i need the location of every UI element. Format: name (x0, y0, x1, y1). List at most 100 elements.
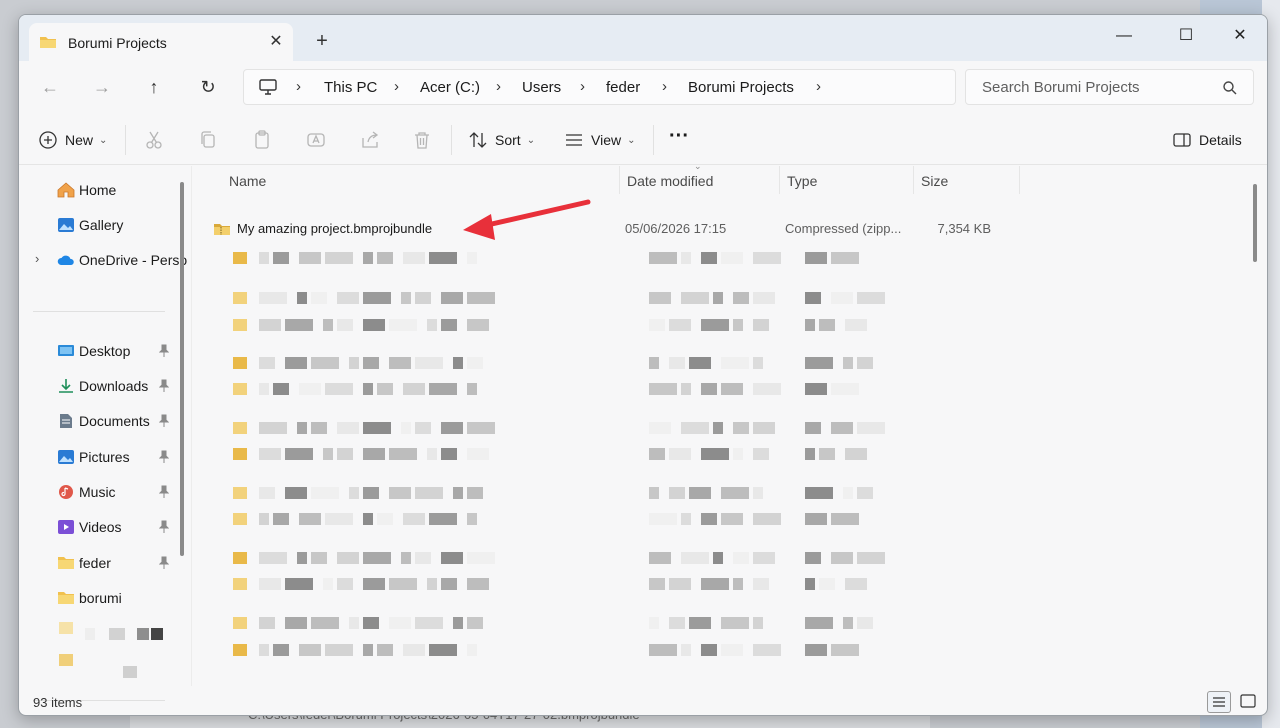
close-window-button[interactable]: ✕ (1217, 21, 1263, 51)
blurred-text (441, 422, 463, 434)
blurred-text (137, 628, 149, 640)
column-divider[interactable] (779, 166, 780, 194)
delete-icon[interactable] (411, 129, 433, 151)
sidebar-item-home[interactable]: Home (19, 175, 179, 205)
more-options-button[interactable]: ··· (669, 125, 689, 147)
sidebar-item-pictures[interactable]: Pictures (19, 442, 179, 472)
blurred-text (681, 552, 709, 564)
pin-icon[interactable] (159, 414, 169, 428)
chevron-right-icon[interactable]: › (35, 251, 39, 266)
pin-icon[interactable] (159, 520, 169, 534)
column-header-name[interactable]: Name (229, 173, 266, 189)
blurred-text (649, 252, 677, 264)
tiles-view-button[interactable] (1237, 691, 1261, 713)
blurred-text (441, 319, 457, 331)
sidebar-item-borumi[interactable]: borumi (19, 583, 179, 613)
blurred-text (831, 252, 859, 264)
pin-icon[interactable] (159, 344, 169, 358)
blurred-text (649, 513, 677, 525)
details-button[interactable]: Details (1171, 129, 1242, 151)
breadcrumb-acer-c[interactable]: Acer (C:) (420, 79, 480, 96)
blurred-text (325, 383, 353, 395)
blurred-text (377, 644, 393, 656)
blurred-text (681, 383, 691, 395)
sort-button[interactable]: Sort ⌄ (467, 129, 535, 151)
blurred-text (831, 513, 859, 525)
rename-icon[interactable] (305, 129, 327, 151)
blurred-text (403, 513, 425, 525)
cut-icon[interactable] (143, 129, 165, 151)
blurred-folder-icon (233, 448, 247, 460)
breadcrumb-this-pc[interactable]: This PC (324, 79, 377, 96)
minimize-button[interactable]: — (1101, 21, 1147, 51)
blurred-text (429, 252, 457, 264)
blurred-text (323, 319, 333, 331)
search-input[interactable]: Search Borumi Projects (965, 69, 1254, 105)
blurred-text (857, 357, 873, 369)
blurred-text (363, 578, 385, 590)
blurred-text (259, 617, 275, 629)
pin-icon[interactable] (159, 379, 169, 393)
chevron-right-icon: › (296, 78, 301, 95)
blurred-text (649, 578, 665, 590)
blurred-text (733, 319, 743, 331)
videos-icon (58, 520, 74, 534)
view-button[interactable]: View ⌄ (563, 129, 635, 151)
breadcrumb-users[interactable]: Users (522, 79, 561, 96)
blurred-text (681, 292, 709, 304)
blurred-item-icon (59, 654, 73, 666)
forward-button[interactable]: → (85, 75, 119, 99)
column-header-type[interactable]: Type (787, 173, 817, 189)
column-header-date[interactable]: Date modified (627, 173, 713, 189)
sidebar-item-downloads[interactable]: Downloads (19, 371, 179, 401)
sidebar-item-gallery[interactable]: Gallery (19, 210, 179, 240)
address-bar[interactable]: › This PC › Acer (C:) › Users › feder › … (243, 69, 956, 105)
table-row[interactable]: My amazing project.bmprojbundle 05/06/20… (213, 215, 1013, 243)
sidebar-scrollbar[interactable] (180, 182, 184, 556)
column-divider[interactable] (619, 166, 620, 194)
tab-borumi-projects[interactable]: Borumi Projects ✕ (29, 23, 293, 61)
blurred-text (299, 644, 321, 656)
column-divider[interactable] (913, 166, 914, 194)
copy-icon[interactable] (197, 129, 219, 151)
chevron-right-icon[interactable]: › (816, 78, 821, 95)
breadcrumb-feder[interactable]: feder (606, 79, 640, 96)
sidebar-item-videos[interactable]: Videos (19, 512, 179, 542)
blurred-text (415, 292, 431, 304)
blurred-text (831, 552, 853, 564)
pin-icon[interactable] (159, 485, 169, 499)
sidebar-item-label: Downloads (79, 378, 149, 394)
blurred-text (819, 319, 835, 331)
up-button[interactable]: ↑ (137, 75, 171, 99)
breadcrumb-borumi-projects[interactable]: Borumi Projects (688, 79, 794, 96)
column-divider[interactable] (1019, 166, 1020, 194)
column-header-size[interactable]: Size (921, 173, 948, 189)
refresh-button[interactable]: ↻ (191, 75, 225, 99)
sidebar-item-documents[interactable]: Documents (19, 406, 179, 436)
details-view-button[interactable] (1207, 691, 1231, 713)
blurred-text (337, 448, 353, 460)
share-icon[interactable] (359, 129, 381, 151)
blurred-text (259, 552, 287, 564)
pin-icon[interactable] (159, 450, 169, 464)
blurred-text (753, 292, 775, 304)
sidebar-item-music[interactable]: Music (19, 477, 179, 507)
back-button[interactable]: ← (33, 75, 67, 99)
blurred-text (805, 578, 815, 590)
close-tab-icon[interactable]: ✕ (265, 31, 287, 53)
new-button[interactable]: New ⌄ (37, 129, 107, 151)
pin-icon[interactable] (159, 556, 169, 570)
maximize-button[interactable]: ☐ (1163, 21, 1209, 51)
new-tab-button[interactable]: + (310, 30, 334, 54)
folder-icon (40, 37, 56, 48)
file-size: 7,354 KB (937, 221, 992, 236)
blurred-text (805, 252, 827, 264)
blurred-text (467, 357, 483, 369)
sidebar-item-feder[interactable]: feder (19, 548, 179, 578)
paste-icon[interactable] (251, 129, 273, 151)
pane-divider[interactable] (191, 166, 192, 686)
sidebar-item-desktop[interactable]: Desktop (19, 336, 179, 366)
content-scrollbar[interactable] (1253, 184, 1257, 262)
blurred-text (363, 487, 379, 499)
sidebar-item-onedrive[interactable]: › OneDrive - Perso (19, 245, 187, 275)
